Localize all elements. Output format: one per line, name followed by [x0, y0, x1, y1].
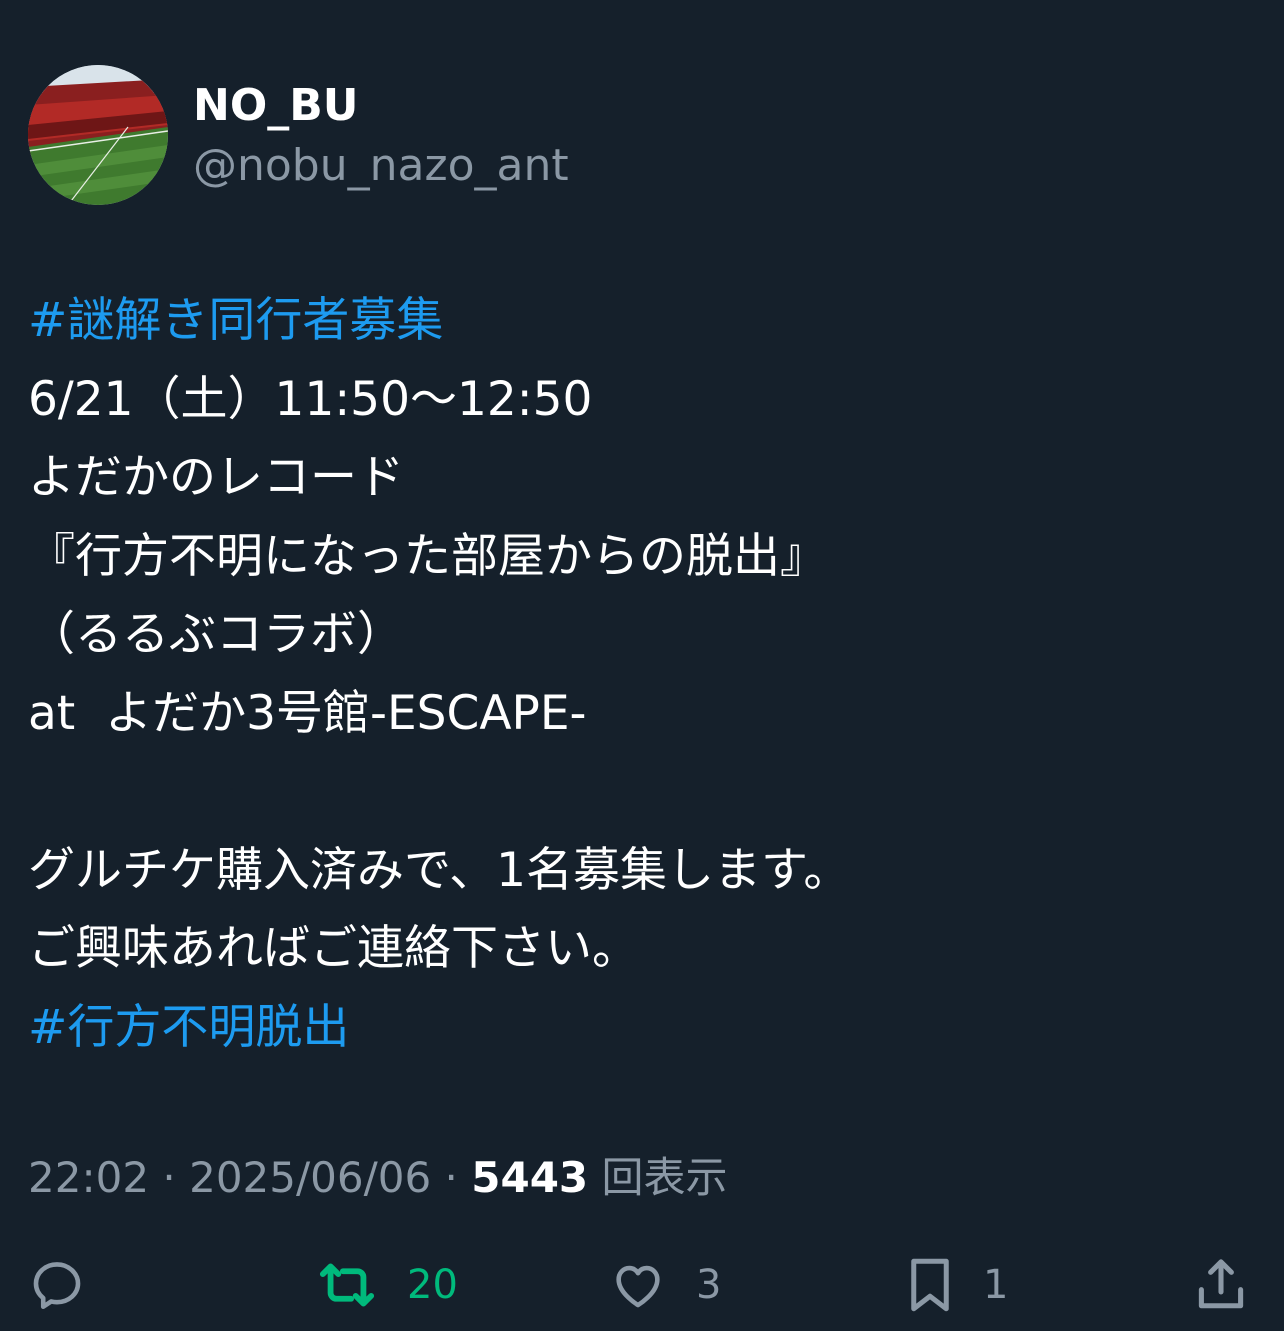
tweet-detail: NO_BU @nobu_nazo_ant #謎解き同行者募集 6/21（土）11…: [0, 0, 1284, 1331]
display-name[interactable]: NO_BU: [193, 80, 359, 132]
post-body: #謎解き同行者募集 6/21（土）11:50〜12:50 よだかのレコード 『行…: [28, 282, 1258, 1067]
post-date[interactable]: 2025/06/06: [189, 1153, 431, 1202]
avatar[interactable]: [28, 65, 168, 205]
action-bar: 20 3 1: [0, 1245, 1284, 1325]
reply-button[interactable]: [28, 1245, 114, 1325]
view-count: 5443: [471, 1153, 589, 1202]
post-time[interactable]: 22:02: [28, 1153, 149, 1202]
meta-separator: ·: [431, 1153, 472, 1202]
like-count: 3: [696, 1262, 722, 1308]
post-metadata: 22:02 · 2025/06/06 · 5443 回表示: [28, 1150, 728, 1206]
retweet-button[interactable]: 20: [315, 1245, 458, 1325]
post-text-line: 『行方不明になった部屋からの脱出』: [28, 528, 827, 584]
share-icon: [1193, 1255, 1249, 1315]
bookmark-icon: [905, 1255, 955, 1315]
bookmark-button[interactable]: 1: [905, 1245, 1008, 1325]
share-button[interactable]: [1193, 1245, 1277, 1325]
retweet-count: 20: [407, 1262, 458, 1308]
retweet-icon: [315, 1256, 379, 1314]
post-text-line: at よだか3号館-ESCAPE-: [28, 685, 587, 741]
post-text-line: 6/21（土）11:50〜12:50: [28, 371, 593, 427]
post-text-line: グルチケ購入済みで、1名募集します。: [28, 842, 851, 898]
post-text-line: よだかのレコード: [28, 450, 404, 505]
user-handle[interactable]: @nobu_nazo_ant: [193, 140, 569, 192]
meta-separator: ·: [149, 1153, 190, 1202]
hashtag-link[interactable]: #謎解き同行者募集: [28, 282, 1258, 361]
bookmark-count: 1: [983, 1262, 1009, 1308]
heart-icon: [608, 1256, 668, 1314]
stadium-photo-avatar: [28, 65, 168, 205]
view-label: 回表示: [601, 1153, 728, 1202]
reply-icon: [28, 1256, 86, 1314]
hashtag-link[interactable]: #行方不明脱出: [28, 989, 1258, 1068]
post-text-line: （るるぶコラボ）: [28, 607, 404, 662]
like-button[interactable]: 3: [608, 1245, 721, 1325]
post-text-line: ご興味あればご連絡下さい。: [28, 921, 639, 976]
